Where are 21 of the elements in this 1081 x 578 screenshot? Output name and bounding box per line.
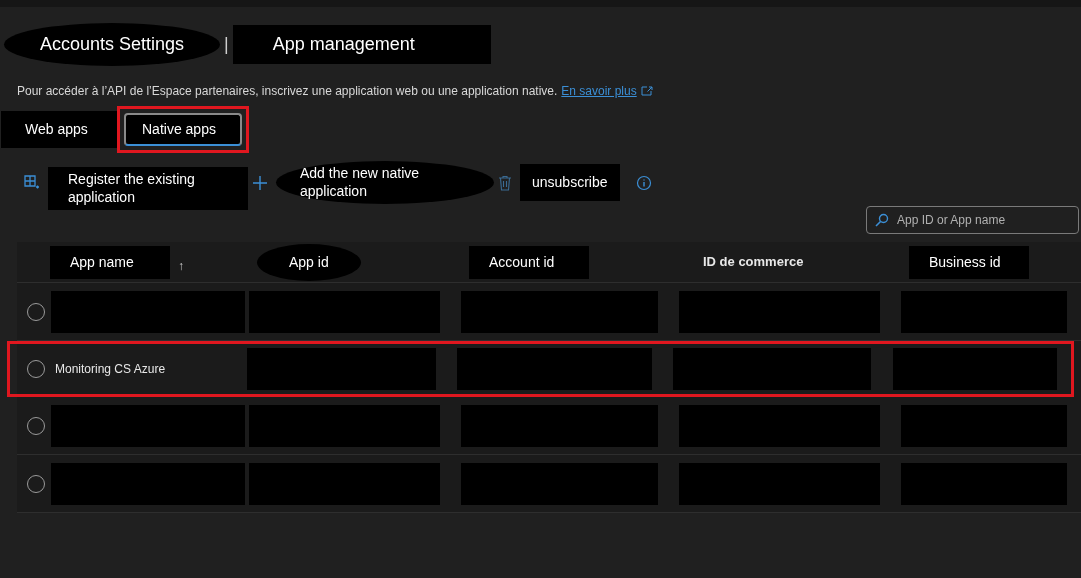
sort-indicator: ↑ <box>178 258 184 275</box>
tab[interactable]: Native apps <box>124 113 242 146</box>
search-field[interactable]: App ID or App name <box>866 206 1079 234</box>
plus-icon <box>252 174 268 191</box>
column-header[interactable]: App name <box>50 245 170 279</box>
breadcrumb-item[interactable]: Accounts Settings <box>4 23 221 66</box>
column-header[interactable]: App id <box>257 243 361 281</box>
column-header[interactable]: ID de commerce <box>687 252 820 272</box>
column-header[interactable]: Account id <box>469 245 589 279</box>
trash-icon <box>498 174 512 191</box>
table-cell-text: Monitoring CS Azure <box>54 361 166 378</box>
info-icon[interactable] <box>635 174 652 191</box>
description-text: Pour accéder à l’API de l’Espace partenaires, inscrivez une application web ou une application native. <box>17 83 558 100</box>
breadcrumb-item[interactable]: App management <box>232 25 491 64</box>
external-link-icon <box>640 86 653 96</box>
column-header[interactable]: Business id <box>909 245 1029 279</box>
search-icon <box>875 213 889 227</box>
tab[interactable]: Web apps <box>1 111 117 148</box>
learn-more-link[interactable]: En savoir plus <box>561 82 637 100</box>
grid-add-icon <box>24 174 40 191</box>
breadcrumb-separator: | <box>224 33 229 56</box>
